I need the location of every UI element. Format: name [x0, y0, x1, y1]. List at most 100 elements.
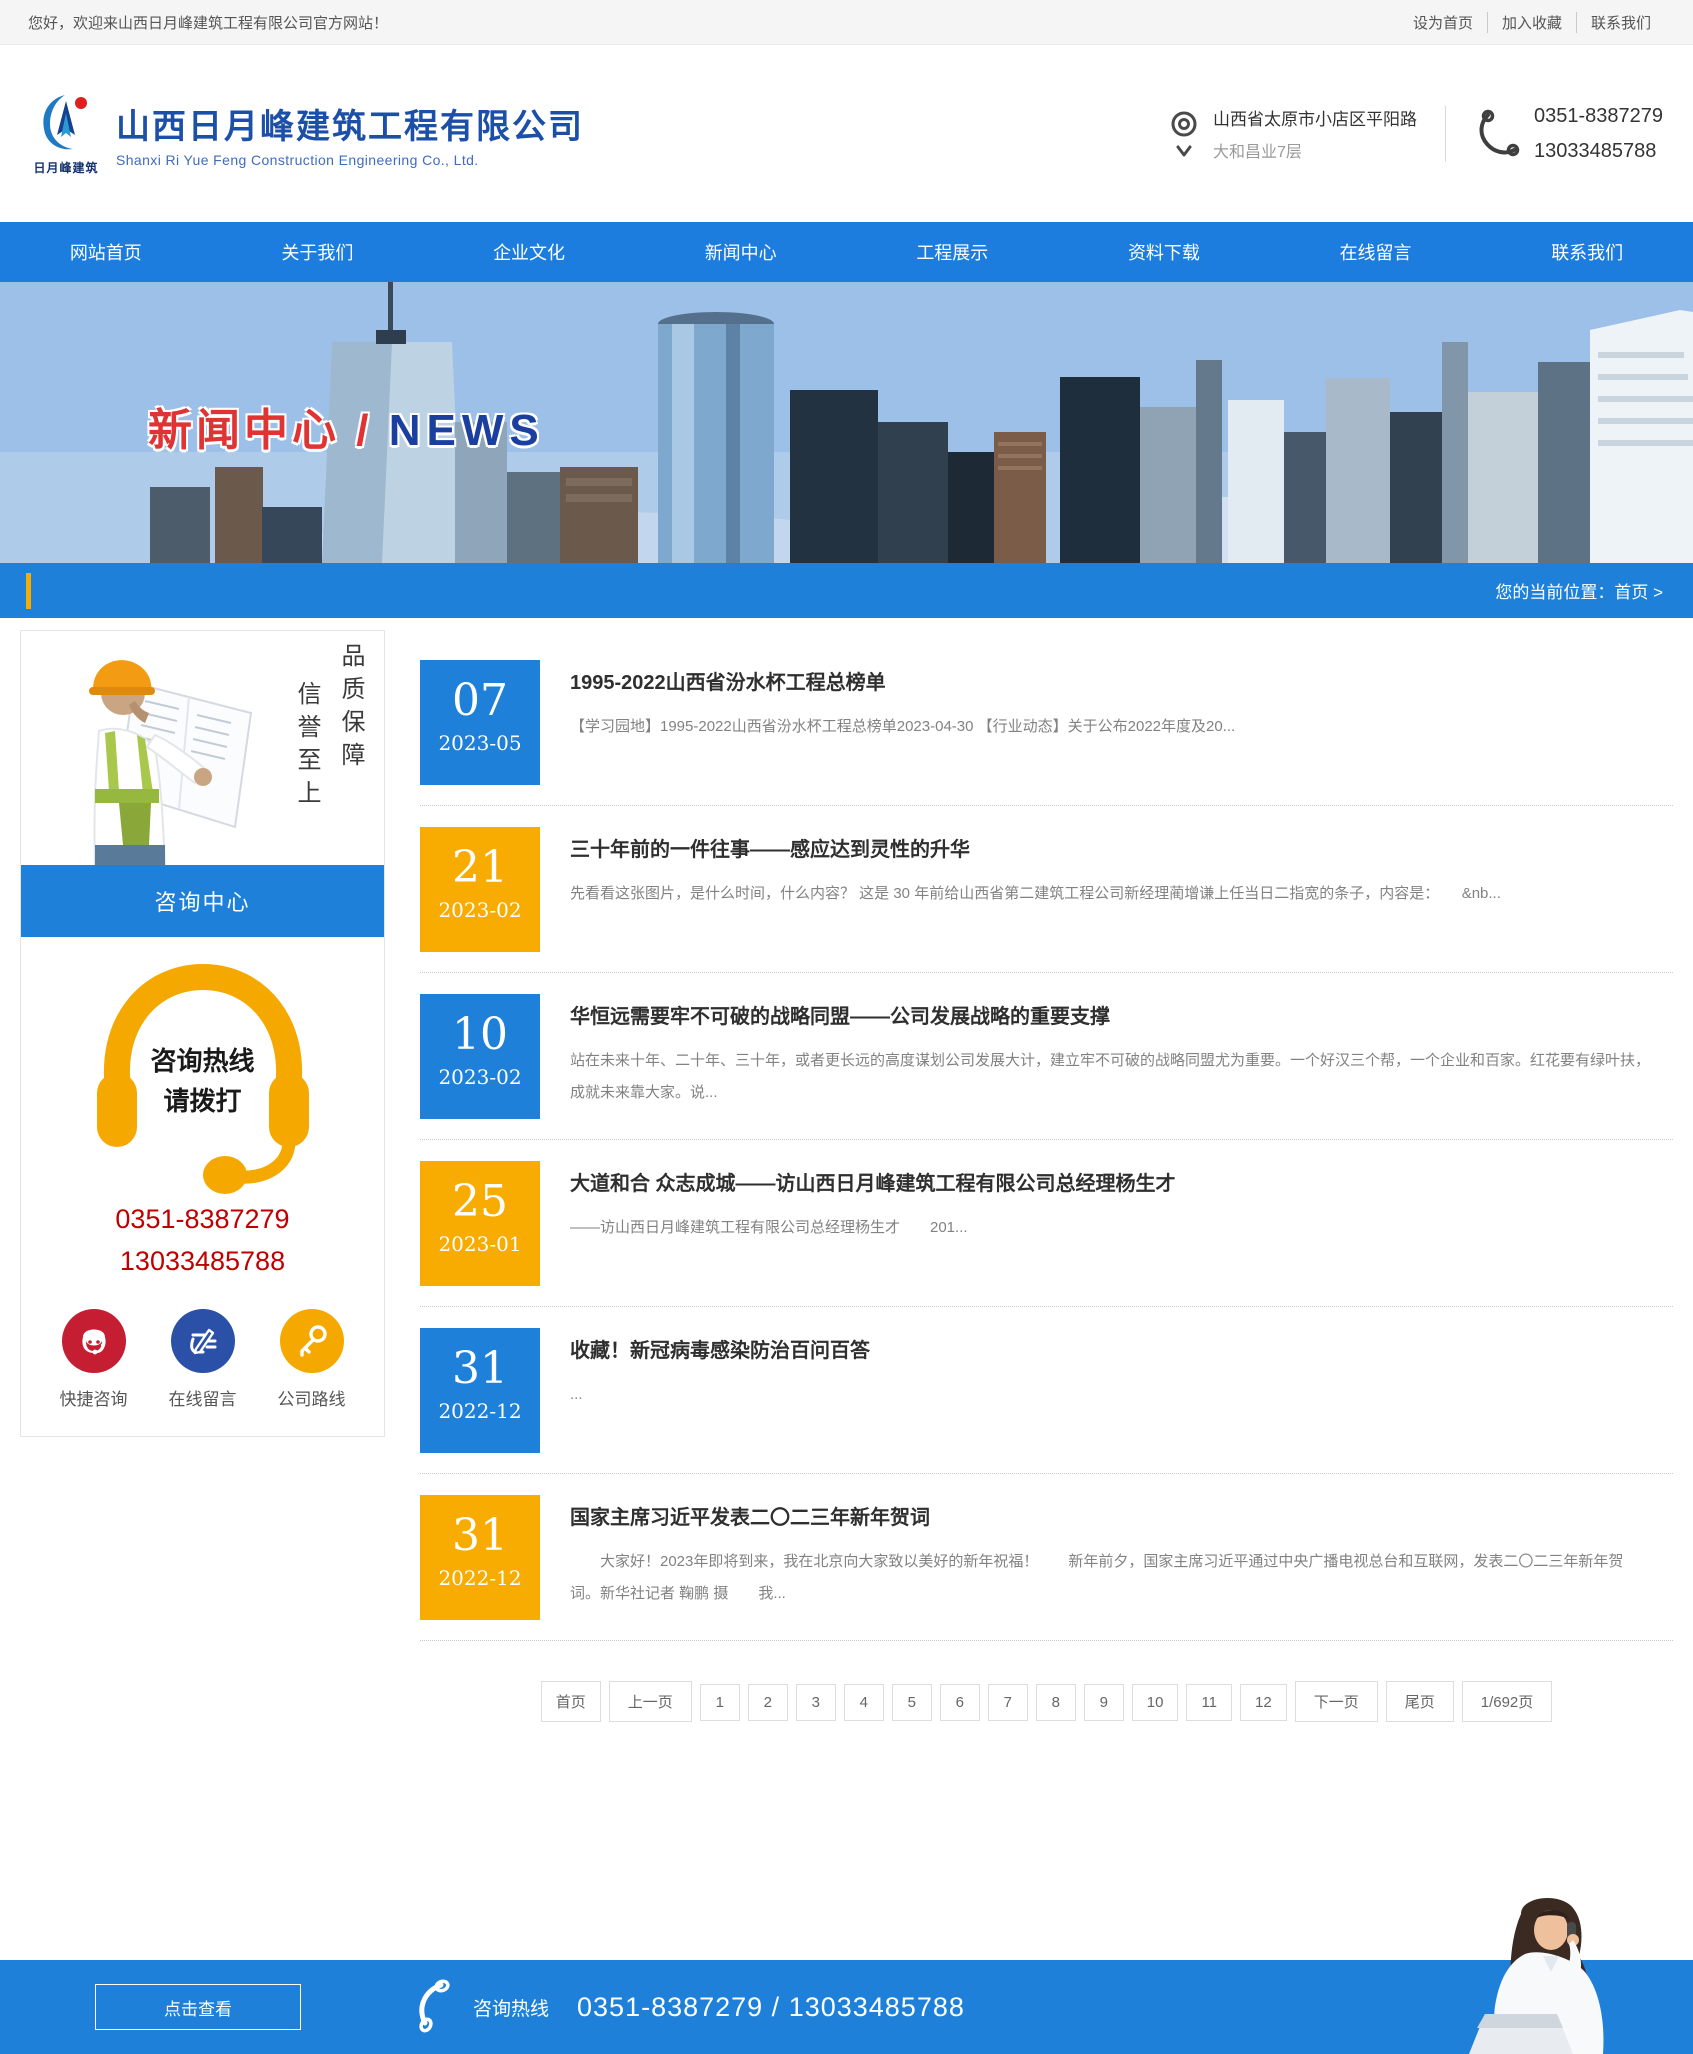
nav-item-news[interactable]: 新闻中心	[635, 222, 847, 282]
footer-phone-numbers: 0351-8387279 / 13033485788	[577, 1992, 965, 2023]
logo-text: 山西日月峰建筑工程有限公司 Shanxi Ri Yue Feng Constru…	[116, 99, 584, 168]
pagination: 首页 上一页 1 2 3 4 5 6 7 8 9 10 11 12 下一页 尾页…	[420, 1681, 1673, 1722]
quick-links: 快捷咨询 在线留言 公	[21, 1309, 384, 1410]
nav-item-downloads[interactable]: 资料下载	[1058, 222, 1270, 282]
news-summary: ...	[570, 1379, 870, 1411]
banner-title: 新闻中心 / NEWS	[148, 394, 545, 458]
nav-item-contact[interactable]: 联系我们	[1481, 222, 1693, 282]
pager-first[interactable]: 首页	[541, 1681, 601, 1722]
main-content: 品质保障 信誉至上 咨询中心 咨询热线 请拨打 0351-8387279 130…	[0, 618, 1693, 1866]
sidebar-hero: 品质保障 信誉至上	[21, 631, 384, 865]
news-summary: ——访山西日月峰建筑工程有限公司总经理杨生才 201...	[570, 1212, 1176, 1244]
header-phone-block: 0351-8387279 13033485788	[1474, 99, 1663, 169]
key-route-icon	[280, 1309, 344, 1373]
contact-us-link[interactable]: 联系我们	[1576, 12, 1665, 33]
pager-page-10[interactable]: 10	[1132, 1684, 1179, 1721]
quick-consult-button[interactable]: 快捷咨询	[60, 1309, 128, 1410]
news-body: 三十年前的一件往事——感应达到灵性的升华 先看看这张图片，是什么时间，什么内容？…	[570, 827, 1501, 952]
news-item: 25 2023-01 大道和合 众志成城——访山西日月峰建筑工程有限公司总经理杨…	[420, 1161, 1673, 1307]
news-date-badge: 21 2023-02	[420, 827, 540, 952]
pager-page-12[interactable]: 12	[1240, 1684, 1287, 1721]
news-body: 国家主席习近平发表二〇二三年新年贺词 大家好！2023年即将到来，我在北京向大家…	[570, 1495, 1650, 1620]
set-homepage-link[interactable]: 设为首页	[1399, 12, 1487, 33]
nav-item-about[interactable]: 关于我们	[212, 222, 424, 282]
news-day: 21	[420, 843, 540, 894]
news-title-link[interactable]: 华恒远需要牢不可破的战略同盟——公司发展战略的重要支撑	[570, 1000, 1110, 1029]
breadcrumb-bar: 您的当前位置：首页 >	[0, 563, 1693, 618]
pager-page-11[interactable]: 11	[1186, 1684, 1232, 1721]
pager-page-2[interactable]: 2	[748, 1684, 788, 1721]
news-day: 31	[420, 1511, 540, 1562]
news-banner: 新闻中心 / NEWS	[0, 282, 1693, 563]
slogan-quality: 品质保障	[333, 643, 368, 775]
logo-mark-icon	[35, 91, 97, 153]
news-summary: 先看看这张图片，是什么时间，什么内容？ 这是 30 年前给山西省第二建筑工程公司…	[570, 878, 1501, 910]
address-text: 山西省太原市小店区平阳路 大和昌业7层	[1213, 105, 1417, 162]
online-message-label: 在线留言	[169, 1385, 237, 1410]
news-title-link[interactable]: 大道和合 众志成城——访山西日月峰建筑工程有限公司总经理杨生才	[570, 1167, 1176, 1196]
news-day: 31	[420, 1344, 540, 1395]
news-title-link[interactable]: 收藏！新冠病毒感染防治百问百答	[570, 1334, 870, 1363]
pager-prev[interactable]: 上一页	[609, 1681, 692, 1722]
news-date-badge: 25 2023-01	[420, 1161, 540, 1286]
news-title-link[interactable]: 国家主席习近平发表二〇二三年新年贺词	[570, 1501, 930, 1530]
phone-icon	[1474, 109, 1520, 159]
topbar-links: 设为首页 加入收藏 联系我们	[1399, 12, 1665, 33]
address-line2: 大和昌业7层	[1213, 138, 1417, 162]
company-route-button[interactable]: 公司路线	[278, 1309, 346, 1410]
header-contact-block: 山西省太原市小店区平阳路 大和昌业7层 0351-8387279 1303348…	[1167, 99, 1663, 169]
main-nav: 网站首页 关于我们 企业文化 新闻中心 工程展示 资料下载 在线留言 联系我们	[0, 222, 1693, 282]
pager-next[interactable]: 下一页	[1295, 1681, 1378, 1722]
hotline-graphic: 咨询热线 请拨打	[79, 955, 327, 1197]
header-phone-2: 13033485788	[1534, 134, 1663, 169]
pager-page-1[interactable]: 1	[700, 1684, 740, 1721]
news-item: 31 2022-12 国家主席习近平发表二〇二三年新年贺词 大家好！2023年即…	[420, 1495, 1673, 1641]
consult-center-header: 咨询中心	[21, 865, 384, 937]
news-date-badge: 31 2022-12	[420, 1495, 540, 1620]
breadcrumb-accent	[26, 573, 31, 609]
news-date-badge: 07 2023-05	[420, 660, 540, 785]
company-name-en: Shanxi Ri Yue Feng Construction Engineer…	[116, 152, 584, 168]
logo-mark-text: 日月峰建筑	[30, 159, 102, 176]
header: 日月峰建筑 山西日月峰建筑工程有限公司 Shanxi Ri Yue Feng C…	[0, 45, 1693, 222]
news-year-month: 2022-12	[420, 1399, 540, 1423]
header-phone-1: 0351-8387279	[1534, 99, 1663, 134]
pager-page-7[interactable]: 7	[988, 1684, 1028, 1721]
sidebar-phones: 0351-8387279 13033485788	[21, 1199, 384, 1283]
company-logo[interactable]: 日月峰建筑 山西日月峰建筑工程有限公司 Shanxi Ri Yue Feng C…	[30, 91, 584, 176]
online-message-button[interactable]: 在线留言	[169, 1309, 237, 1410]
news-title-link[interactable]: 1995-2022山西省汾水杯工程总榜单	[570, 666, 886, 695]
sidebar: 品质保障 信誉至上 咨询中心 咨询热线 请拨打 0351-8387279 130…	[20, 630, 385, 1437]
pager-page-6[interactable]: 6	[940, 1684, 980, 1721]
news-body: 华恒远需要牢不可破的战略同盟——公司发展战略的重要支撑 站在未来十年、二十年、三…	[570, 994, 1650, 1119]
nav-item-projects[interactable]: 工程展示	[847, 222, 1059, 282]
nav-item-culture[interactable]: 企业文化	[423, 222, 635, 282]
news-day: 10	[420, 1010, 540, 1061]
pager-page-5[interactable]: 5	[892, 1684, 932, 1721]
nav-item-home[interactable]: 网站首页	[0, 222, 212, 282]
company-route-label: 公司路线	[278, 1385, 346, 1410]
news-date-badge: 10 2023-02	[420, 994, 540, 1119]
address-line1: 山西省太原市小店区平阳路	[1213, 105, 1417, 130]
news-year-month: 2023-02	[420, 1065, 540, 1089]
news-day: 25	[420, 1177, 540, 1228]
logo-mark: 日月峰建筑	[30, 91, 102, 176]
news-title-link[interactable]: 三十年前的一件往事——感应达到灵性的升华	[570, 833, 970, 862]
customer-service-woman-image	[1425, 1896, 1645, 2054]
pager-page-3[interactable]: 3	[796, 1684, 836, 1721]
news-year-month: 2022-12	[420, 1566, 540, 1590]
add-favorite-link[interactable]: 加入收藏	[1487, 12, 1576, 33]
sidebar-phone-1: 0351-8387279	[21, 1199, 384, 1241]
address-block: 山西省太原市小店区平阳路 大和昌业7层	[1167, 105, 1417, 162]
view-more-button[interactable]: 点击查看	[95, 1984, 301, 2030]
company-name-cn: 山西日月峰建筑工程有限公司	[116, 99, 584, 148]
news-item: 31 2022-12 收藏！新冠病毒感染防治百问百答 ...	[420, 1328, 1673, 1474]
breadcrumb[interactable]: 您的当前位置：首页 >	[1495, 578, 1693, 603]
footer-bar: 点击查看 咨询热线 0351-8387279 / 13033485788	[0, 1960, 1693, 2054]
pager-page-9[interactable]: 9	[1084, 1684, 1124, 1721]
pager-last[interactable]: 尾页	[1386, 1681, 1454, 1722]
pager-page-8[interactable]: 8	[1036, 1684, 1076, 1721]
pager-page-4[interactable]: 4	[844, 1684, 884, 1721]
hotline-line2: 请拨打	[79, 1081, 327, 1121]
nav-item-message[interactable]: 在线留言	[1270, 222, 1482, 282]
